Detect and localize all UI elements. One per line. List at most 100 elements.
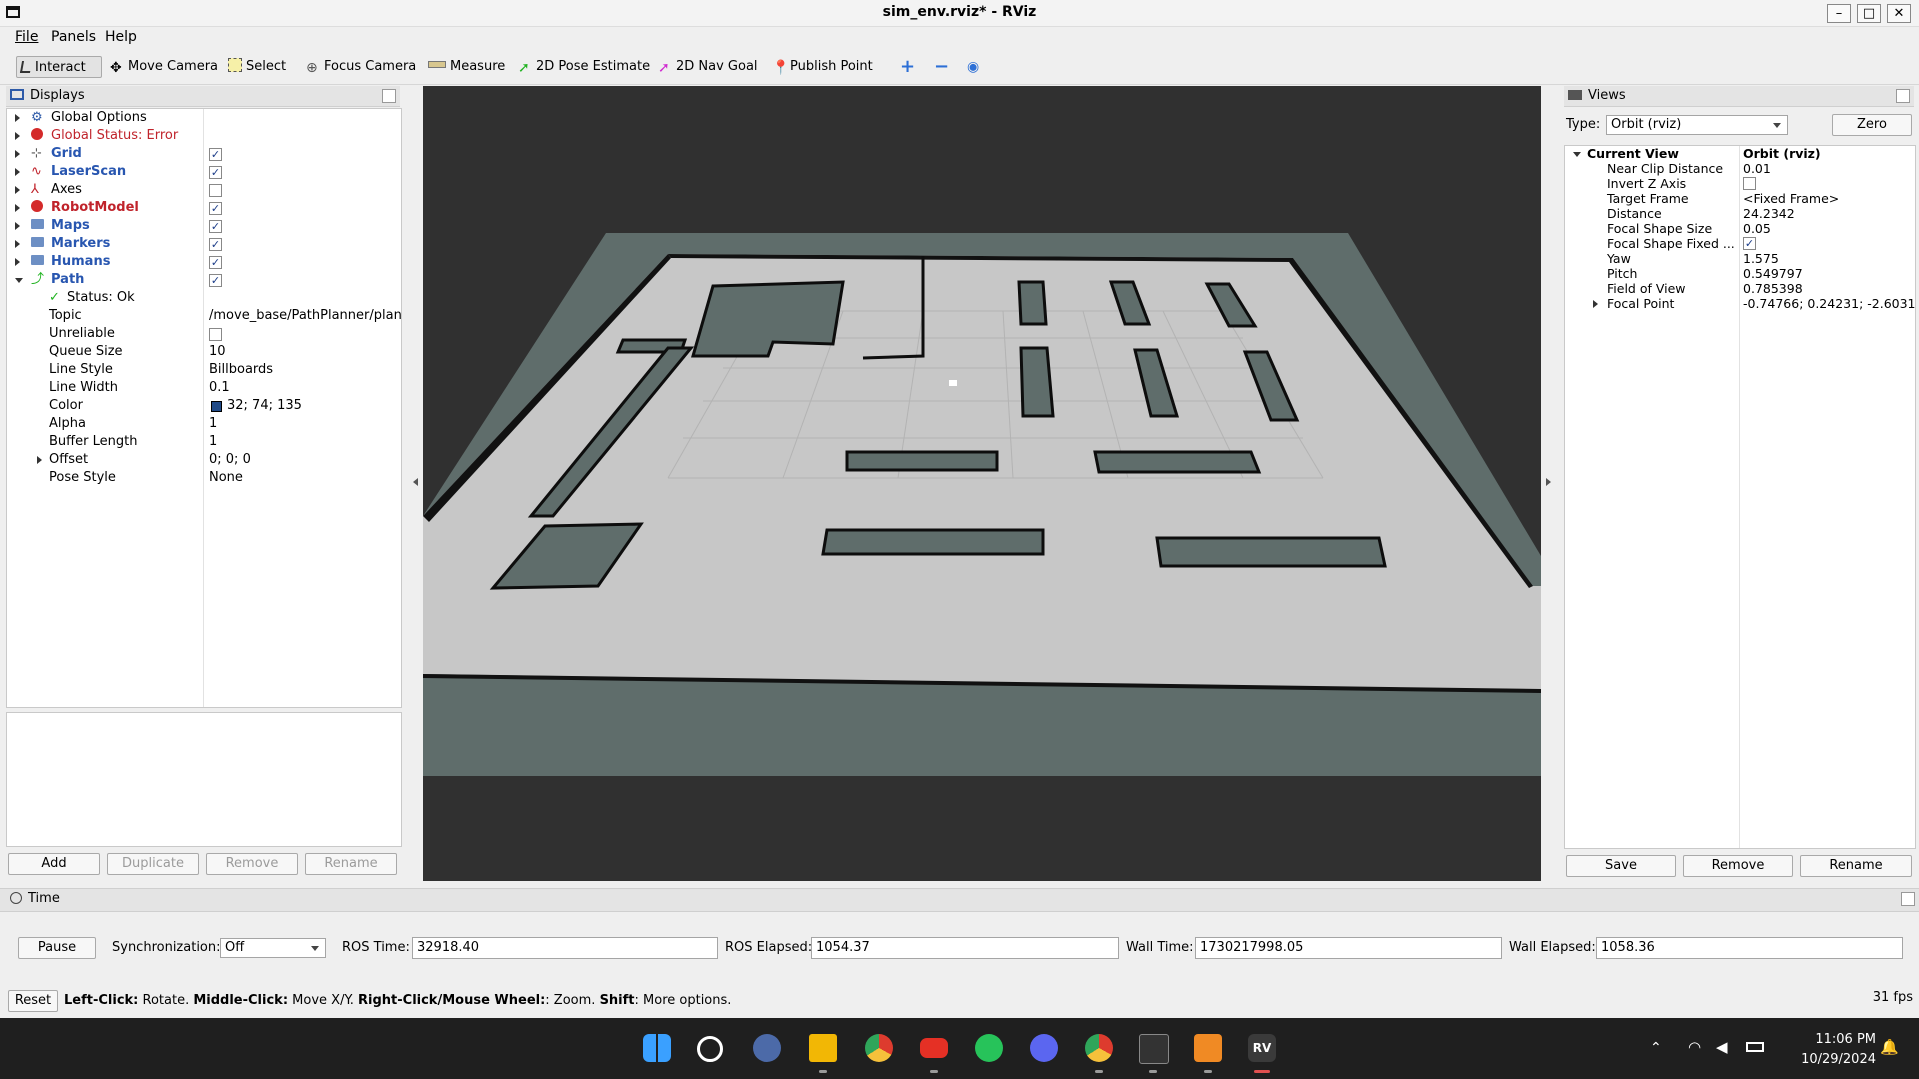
- view-property-row[interactable]: Field of View 0.785398: [1565, 281, 1915, 296]
- view-property-checkbox[interactable]: [1743, 177, 1756, 190]
- chrome-icon[interactable]: [865, 1034, 893, 1062]
- expand-arrow-icon[interactable]: [37, 456, 42, 464]
- display-item-robotmodel[interactable]: RobotModel ✓: [7, 199, 401, 217]
- close-button[interactable]: ✕: [1887, 4, 1911, 23]
- minimize-button[interactable]: –: [1827, 4, 1851, 23]
- display-item-global-options[interactable]: ⚙ Global Options: [7, 109, 401, 127]
- tool-measure[interactable]: Measure: [424, 56, 509, 78]
- display-item-path[interactable]: ⤴ Path ✓: [7, 271, 401, 289]
- expand-arrow-icon[interactable]: [15, 258, 20, 266]
- path-property-row[interactable]: Buffer Length 1: [7, 433, 401, 451]
- add-tool-icon[interactable]: +: [896, 56, 919, 78]
- display-enabled-checkbox[interactable]: ✓: [209, 274, 222, 287]
- remove-view-button[interactable]: Remove: [1683, 855, 1793, 877]
- chrome-icon[interactable]: [1085, 1034, 1113, 1062]
- path-property-row[interactable]: Line Style Billboards: [7, 361, 401, 379]
- display-item-laserscan[interactable]: ∿ LaserScan ✓: [7, 163, 401, 181]
- path-property-row[interactable]: Pose Style None: [7, 469, 401, 487]
- unreliable-checkbox[interactable]: [209, 328, 222, 341]
- property-value[interactable]: None: [209, 469, 243, 487]
- tool-interact[interactable]: Interact: [16, 56, 102, 78]
- property-value[interactable]: 0.1: [209, 379, 230, 397]
- property-value[interactable]: 1: [209, 415, 217, 433]
- remove-display-button[interactable]: Remove: [206, 853, 298, 875]
- tool-move-camera[interactable]: ✥ Move Camera: [106, 56, 222, 78]
- display-enabled-checkbox[interactable]: [209, 184, 222, 197]
- view-property-checkbox[interactable]: ✓: [1743, 237, 1756, 250]
- volume-icon[interactable]: ◀: [1716, 1038, 1728, 1056]
- save-view-button[interactable]: Save: [1566, 855, 1676, 877]
- battery-icon[interactable]: [1746, 1042, 1764, 1052]
- view-property-row[interactable]: Pitch 0.549797: [1565, 266, 1915, 281]
- time-panel-close[interactable]: [1901, 892, 1915, 906]
- wifi-icon[interactable]: ◠: [1688, 1038, 1701, 1056]
- clock-date[interactable]: 10/29/2024: [1786, 1052, 1876, 1067]
- tray-chevron-icon[interactable]: ⌃: [1650, 1040, 1662, 1056]
- expand-arrow-icon[interactable]: [15, 168, 20, 176]
- notification-bell-icon[interactable]: 🔔: [1880, 1038, 1899, 1056]
- tool-2d-pose-estimate[interactable]: ➚ 2D Pose Estimate: [514, 56, 654, 78]
- ros-time-field[interactable]: 32918.40: [412, 937, 718, 959]
- views-panel-close[interactable]: [1896, 89, 1910, 103]
- property-value[interactable]: <Fixed Frame>: [1743, 191, 1839, 206]
- rename-display-button[interactable]: Rename: [305, 853, 397, 875]
- path-property-row[interactable]: Alpha 1: [7, 415, 401, 433]
- property-value[interactable]: 24.2342: [1743, 206, 1795, 221]
- reset-button[interactable]: Reset: [8, 990, 58, 1012]
- property-value[interactable]: 32; 74; 135: [227, 397, 302, 415]
- path-property-row[interactable]: Unreliable: [7, 325, 401, 343]
- view-property-row[interactable]: Near Clip Distance 0.01: [1565, 161, 1915, 176]
- display-enabled-checkbox[interactable]: ✓: [209, 220, 222, 233]
- view-property-row[interactable]: Distance 24.2342: [1565, 206, 1915, 221]
- ros-app-icon[interactable]: [1194, 1034, 1222, 1062]
- expand-arrow-icon[interactable]: [15, 222, 20, 230]
- right-splitter-arrow-icon[interactable]: [1546, 478, 1551, 486]
- expand-arrow-icon[interactable]: [15, 186, 20, 194]
- expand-arrow-icon[interactable]: [15, 240, 20, 248]
- ros-elapsed-field[interactable]: 1054.37: [811, 937, 1119, 959]
- path-property-row[interactable]: Queue Size 10: [7, 343, 401, 361]
- expand-arrow-icon[interactable]: [15, 114, 20, 122]
- display-item-global-status[interactable]: Global Status: Error: [7, 127, 401, 145]
- displays-panel-close[interactable]: [382, 89, 396, 103]
- zero-view-button[interactable]: Zero: [1832, 114, 1912, 136]
- property-value[interactable]: Billboards: [209, 361, 273, 379]
- duplicate-display-button[interactable]: Duplicate: [107, 853, 199, 875]
- menu-help[interactable]: Help: [105, 29, 137, 45]
- view-property-row[interactable]: Yaw 1.575: [1565, 251, 1915, 266]
- path-property-row[interactable]: Line Width 0.1: [7, 379, 401, 397]
- view-property-row[interactable]: Focal Point -0.74766; 0.24231; -2.6031: [1565, 296, 1916, 311]
- wall-time-field[interactable]: 1730217998.05: [1195, 937, 1502, 959]
- display-enabled-checkbox[interactable]: ✓: [209, 166, 222, 179]
- path-property-row[interactable]: Offset 0; 0; 0: [7, 451, 401, 469]
- rviz-icon[interactable]: RV: [1248, 1034, 1276, 1062]
- menu-file[interactable]: File: [15, 29, 38, 45]
- terminal-icon[interactable]: [1139, 1034, 1169, 1064]
- view-type-select[interactable]: Orbit (rviz): [1606, 115, 1788, 135]
- remove-tool-icon[interactable]: −: [930, 56, 953, 78]
- property-value[interactable]: 0; 0; 0: [209, 451, 251, 469]
- color-swatch[interactable]: [211, 401, 222, 412]
- menu-panels[interactable]: Panels: [51, 29, 96, 45]
- sync-select[interactable]: Off: [220, 938, 326, 958]
- expand-arrow-icon[interactable]: [15, 204, 20, 212]
- windows-start-icon[interactable]: [643, 1034, 671, 1062]
- tool-properties-eye-icon[interactable]: ◉: [963, 56, 983, 78]
- display-item-grid[interactable]: ⊹ Grid ✓: [7, 145, 401, 163]
- property-value[interactable]: 0.785398: [1743, 281, 1803, 296]
- tool-focus-camera[interactable]: ⊕ Focus Camera: [302, 56, 420, 78]
- property-value[interactable]: 1: [209, 433, 217, 451]
- expand-arrow-icon[interactable]: [1593, 300, 1598, 308]
- maximize-button[interactable]: □: [1857, 4, 1881, 23]
- file-explorer-icon[interactable]: [809, 1034, 837, 1062]
- wall-elapsed-field[interactable]: 1058.36: [1596, 937, 1903, 959]
- display-enabled-checkbox[interactable]: ✓: [209, 202, 222, 215]
- expand-arrow-icon[interactable]: [15, 132, 20, 140]
- view-property-row[interactable]: Invert Z Axis: [1565, 176, 1915, 191]
- view-property-row[interactable]: Target Frame <Fixed Frame>: [1565, 191, 1915, 206]
- property-value[interactable]: 0.05: [1743, 221, 1771, 236]
- property-value[interactable]: 0.549797: [1743, 266, 1803, 281]
- add-display-button[interactable]: Add: [8, 853, 100, 875]
- expand-arrow-icon[interactable]: [15, 150, 20, 158]
- tool-2d-nav-goal[interactable]: ➚ 2D Nav Goal: [654, 56, 762, 78]
